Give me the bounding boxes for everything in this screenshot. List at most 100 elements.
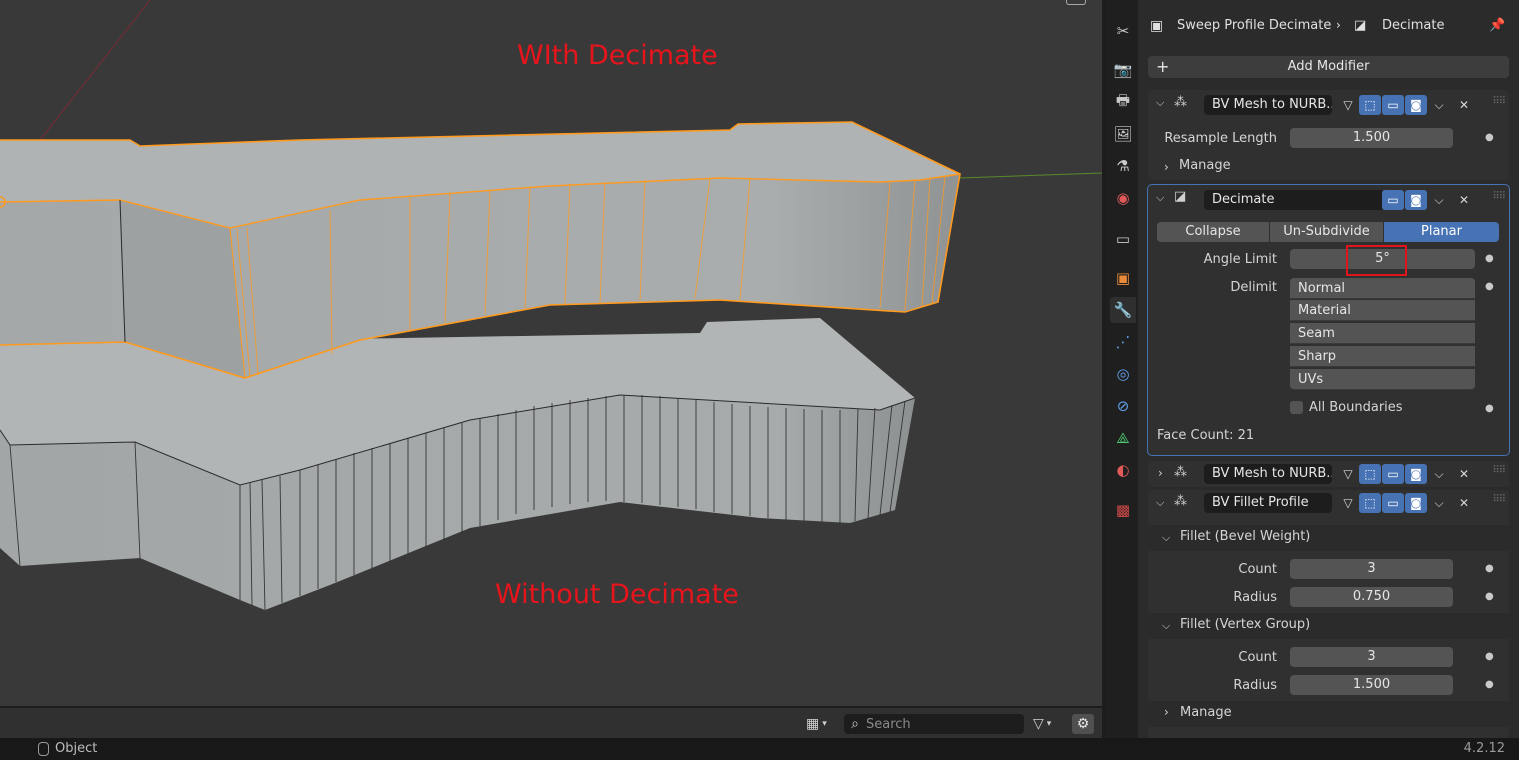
pin-icon[interactable]: 📌: [1489, 18, 1505, 33]
radius-label: Radius: [1233, 678, 1277, 693]
search-input[interactable]: ⌕ Search: [844, 714, 1024, 734]
render-toggle-icon[interactable]: ◙: [1405, 464, 1427, 484]
dropdown-icon[interactable]: ⌵: [1428, 95, 1450, 115]
chevron-down-icon[interactable]: ⌵: [1156, 96, 1164, 110]
delimit-uvs[interactable]: UVs: [1290, 369, 1475, 390]
scene-icon[interactable]: ⚗: [1110, 153, 1136, 179]
modifier-panel-mesh-to-nurbs: ⌵ ⁂ BV Mesh to NURB... ▽ ⬚ ▭ ◙ ⌵ ✕ ⠿⠿ Re…: [1148, 90, 1509, 180]
dropdown-icon[interactable]: ⌵: [1428, 190, 1450, 210]
keyframe-dot-icon[interactable]: ●: [1485, 253, 1494, 264]
render-toggle-icon[interactable]: ◙: [1405, 493, 1427, 513]
render-icon[interactable]: 📷: [1110, 57, 1136, 83]
keyframe-dot-icon[interactable]: ●: [1485, 563, 1494, 574]
subpanel-header-bevel-weight[interactable]: ⌵ Fillet (Bevel Weight): [1148, 525, 1509, 551]
modifier-name-field[interactable]: BV Mesh to NURB...: [1204, 95, 1332, 115]
render-toggle-icon[interactable]: ◙: [1405, 190, 1427, 210]
subpanel-title: Manage: [1180, 705, 1232, 720]
drag-handle-icon[interactable]: ⠿⠿: [1492, 494, 1506, 505]
add-modifier-button[interactable]: + Add Modifier: [1148, 56, 1509, 78]
material-icon[interactable]: ◐: [1110, 457, 1136, 483]
realtime-icon[interactable]: ▭: [1382, 95, 1404, 115]
dropdown-icon[interactable]: ⌵: [1428, 464, 1450, 484]
view-mode-icon[interactable]: ▦ ▾: [806, 714, 827, 734]
modifier-icon[interactable]: 🔧: [1110, 297, 1136, 323]
constraints-icon[interactable]: ⊘: [1110, 393, 1136, 419]
keyframe-dot-icon[interactable]: ●: [1485, 651, 1494, 662]
3d-viewport[interactable]: WIth Decimate Without Decimate: [0, 0, 1102, 706]
fillet-radius-field[interactable]: 1.500: [1290, 675, 1453, 695]
realtime-icon[interactable]: ▭: [1382, 493, 1404, 513]
subpanel-header-vertex-group[interactable]: ⌵ Fillet (Vertex Group): [1148, 613, 1509, 639]
radius-label: Radius: [1233, 590, 1277, 605]
modifier-name-field[interactable]: BV Mesh to NURB...: [1204, 464, 1332, 484]
mode-unsubdivide-button[interactable]: Un-Subdivide: [1270, 222, 1383, 242]
close-icon[interactable]: ✕: [1453, 95, 1475, 115]
texture-icon[interactable]: ▩: [1110, 497, 1136, 523]
drag-handle-icon[interactable]: ⠿⠿: [1492, 96, 1506, 107]
fillet-count-field[interactable]: 3: [1290, 647, 1453, 667]
realtime-icon[interactable]: ▭: [1382, 464, 1404, 484]
modifier-name-field[interactable]: Decimate: [1204, 190, 1384, 210]
y-axis-line: [959, 172, 1102, 179]
subpanel-header-manage[interactable]: › Manage: [1148, 701, 1509, 727]
physics-icon[interactable]: ◎: [1110, 361, 1136, 387]
resample-length-label: Resample Length: [1164, 131, 1277, 146]
fillet-radius-field[interactable]: 0.750: [1290, 587, 1453, 607]
manage-subpanel[interactable]: Manage: [1179, 158, 1231, 173]
delimit-sharp[interactable]: Sharp: [1290, 346, 1475, 367]
on-cage-icon[interactable]: ⬚: [1359, 493, 1381, 513]
render-toggle-icon[interactable]: ◙: [1405, 95, 1427, 115]
drag-handle-icon[interactable]: ⠿⠿: [1492, 465, 1506, 476]
collection-icon[interactable]: ▭: [1110, 226, 1136, 252]
world-icon[interactable]: ◉: [1110, 185, 1136, 211]
chevron-down-icon[interactable]: ⌵: [1156, 191, 1164, 205]
chevron-right-icon[interactable]: ›: [1164, 160, 1169, 174]
on-cage-icon[interactable]: ⬚: [1359, 95, 1381, 115]
chevron-right-icon: ›: [1164, 705, 1169, 719]
geometry-nodes-icon: ⁂: [1174, 465, 1187, 480]
keyframe-dot-icon[interactable]: ●: [1485, 591, 1494, 602]
edit-mode-icon[interactable]: ▽: [1337, 464, 1359, 484]
data-icon[interactable]: ⟁: [1110, 425, 1136, 451]
delimit-normal[interactable]: Normal: [1290, 278, 1475, 299]
label-with-decimate: WIth Decimate: [517, 40, 718, 71]
filter-icon[interactable]: ▽ ▾: [1033, 714, 1051, 734]
particles-icon[interactable]: ⋰: [1110, 329, 1136, 355]
close-icon[interactable]: ✕: [1453, 464, 1475, 484]
dropdown-icon[interactable]: ⌵: [1428, 493, 1450, 513]
mode-planar-button[interactable]: Planar: [1384, 222, 1499, 242]
delimit-material[interactable]: Material: [1290, 300, 1475, 321]
chevron-down-icon[interactable]: ⌵: [1156, 496, 1164, 510]
chevron-right-icon[interactable]: ›: [1158, 466, 1163, 480]
edit-mode-icon[interactable]: ▽: [1337, 95, 1359, 115]
object-icon[interactable]: ▣: [1110, 265, 1136, 291]
fillet-count-field[interactable]: 3: [1290, 559, 1453, 579]
viewport-corner-widget[interactable]: [1066, 0, 1086, 5]
drag-handle-icon[interactable]: ⠿⠿: [1492, 191, 1506, 202]
keyframe-dot-icon[interactable]: ●: [1485, 281, 1494, 292]
mesh-without-decimate: [0, 318, 916, 611]
close-icon[interactable]: ✕: [1453, 493, 1475, 513]
all-boundaries-checkbox[interactable]: [1290, 401, 1303, 414]
mode-collapse-button[interactable]: Collapse: [1157, 222, 1269, 242]
modifier-name-field[interactable]: BV Fillet Profile: [1204, 493, 1332, 513]
count-label: Count: [1238, 562, 1277, 577]
keyframe-dot-icon[interactable]: ●: [1485, 132, 1494, 143]
keyframe-dot-icon[interactable]: ●: [1485, 403, 1494, 414]
search-icon: ⌕: [851, 716, 859, 732]
edit-mode-icon[interactable]: ▽: [1337, 493, 1359, 513]
tool-icon[interactable]: ✂: [1110, 18, 1136, 44]
close-icon[interactable]: ✕: [1453, 190, 1475, 210]
view-layer-icon[interactable]: 🖼: [1110, 121, 1136, 147]
delimit-seam[interactable]: Seam: [1290, 323, 1475, 344]
output-icon[interactable]: 🖶: [1110, 89, 1136, 115]
geometry-nodes-icon: ⁂: [1174, 494, 1187, 509]
resample-length-field[interactable]: 1.500: [1290, 128, 1453, 148]
keyframe-dot-icon[interactable]: ●: [1485, 679, 1494, 690]
on-cage-icon[interactable]: ⬚: [1359, 464, 1381, 484]
plus-icon: +: [1156, 57, 1170, 76]
realtime-icon[interactable]: ▭: [1382, 190, 1404, 210]
all-boundaries-label: All Boundaries: [1309, 400, 1403, 415]
properties-tabs: ✂ 📷 🖶 🖼 ⚗ ◉ ▭ ▣ 🔧 ⋰ ◎ ⊘ ⟁ ◐ ▩: [1106, 0, 1138, 738]
gear-icon[interactable]: ⚙: [1072, 714, 1094, 734]
